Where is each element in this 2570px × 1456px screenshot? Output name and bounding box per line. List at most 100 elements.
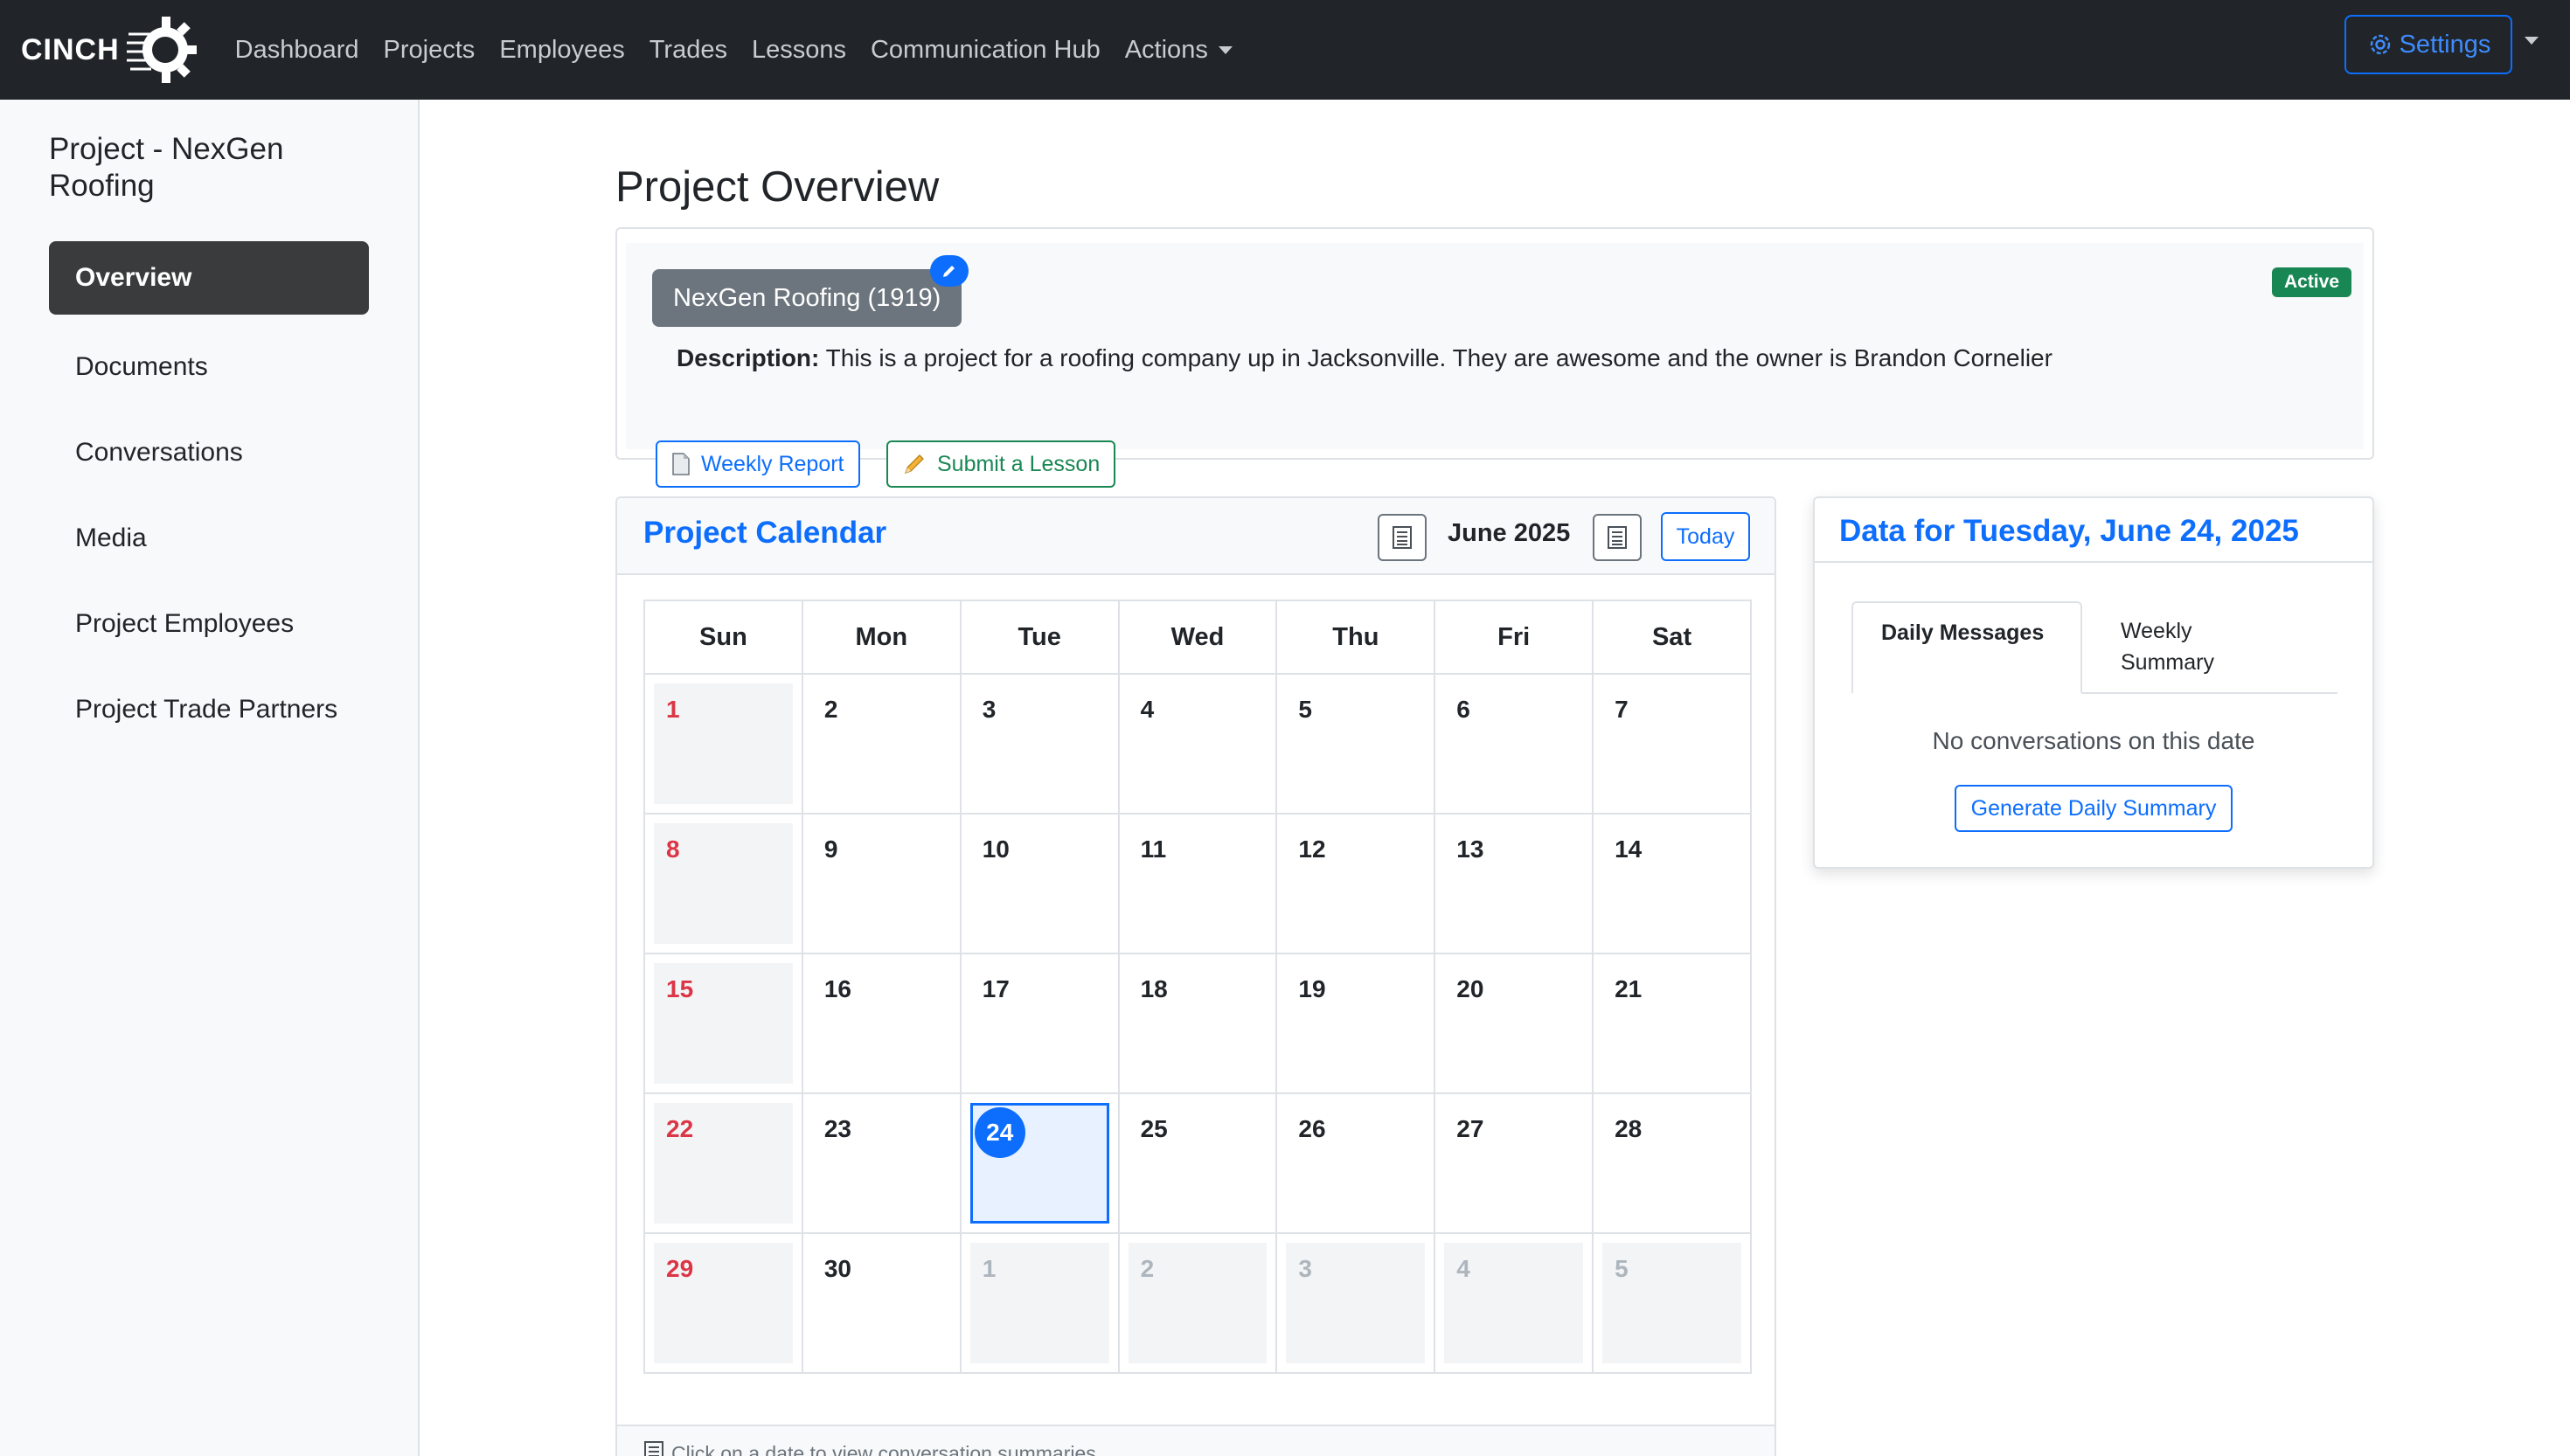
calendar-day-cell[interactable]: 3 <box>959 673 1120 815</box>
data-tabs: Daily Messages Weekly Summary <box>1851 601 2337 694</box>
day-number: 28 <box>1615 1115 1643 1142</box>
list-icon <box>1608 526 1627 549</box>
today-button[interactable]: Today <box>1661 512 1750 561</box>
calendar-day-cell-other-month[interactable]: 2 <box>1117 1232 1278 1374</box>
calendar-week-row: 15 16 17 18 19 20 21 <box>643 953 1752 1094</box>
nav-actions-dropdown[interactable]: Actions <box>1125 36 1233 65</box>
calendar-day-cell[interactable]: 19 <box>1275 953 1436 1094</box>
calendar-week-row: 1 2 3 4 5 6 7 <box>643 673 1752 815</box>
sidebar-item-documents[interactable]: Documents <box>49 330 369 404</box>
calendar-day-cell[interactable]: 11 <box>1117 813 1278 954</box>
calendar-grid: Sun Mon Tue Wed Thu Fri Sat 1 2 3 4 5 6 … <box>643 600 1752 1374</box>
selected-day-number: 24 <box>974 1107 1025 1158</box>
submit-lesson-button[interactable]: Submit a Lesson <box>886 440 1116 488</box>
empty-state-text: No conversations on this date <box>1932 727 2255 754</box>
day-number: 25 <box>1140 1115 1168 1142</box>
calendar-day-cell[interactable]: 30 <box>801 1232 962 1374</box>
calendar-day-cell[interactable]: 8 <box>643 813 803 954</box>
calendar-day-cell[interactable]: 27 <box>1434 1092 1594 1234</box>
weekday-sat: Sat <box>1592 600 1752 675</box>
nav-actions-label: Actions <box>1124 35 1208 64</box>
weekday-fri: Fri <box>1434 600 1594 675</box>
brand-logo[interactable]: CINCH <box>21 13 198 87</box>
calendar-day-cell[interactable]: 13 <box>1434 813 1594 954</box>
sidebar-item-media[interactable]: Media <box>49 502 369 575</box>
edit-project-button[interactable] <box>930 255 969 287</box>
calendar-day-cell[interactable]: 6 <box>1434 673 1594 815</box>
day-number: 5 <box>1602 1243 1741 1363</box>
day-number: 4 <box>1444 1243 1584 1363</box>
calendar-day-cell[interactable]: 14 <box>1592 813 1752 954</box>
calendar-day-cell[interactable]: 17 <box>959 953 1120 1094</box>
list-icon <box>1393 526 1412 549</box>
day-number: 7 <box>1615 696 1629 723</box>
day-number: 5 <box>1298 696 1312 723</box>
calendar-day-cell[interactable]: 4 <box>1117 673 1278 815</box>
settings-dropdown-icon[interactable] <box>2525 37 2539 45</box>
day-number: 15 <box>654 963 793 1084</box>
calendar-day-cell[interactable]: 25 <box>1117 1092 1278 1234</box>
calendar-day-cell-other-month[interactable]: 3 <box>1275 1232 1436 1374</box>
calendar-day-cell-other-month[interactable]: 5 <box>1592 1232 1752 1374</box>
gear-logo-icon <box>126 17 197 83</box>
document-icon <box>672 453 690 475</box>
nav-links: Dashboard Projects Employees Trades Less… <box>235 36 1257 65</box>
calendar-day-cell[interactable]: 7 <box>1592 673 1752 815</box>
calendar-header: Project Calendar June 2025 Today <box>617 498 1775 575</box>
sidebar-item-overview[interactable]: Overview <box>49 241 369 315</box>
pencil-icon <box>905 454 924 474</box>
day-number: 19 <box>1298 975 1326 1002</box>
nav-dashboard[interactable]: Dashboard <box>235 36 359 65</box>
calendar-day-cell[interactable]: 22 <box>643 1092 803 1234</box>
day-number: 1 <box>654 683 793 804</box>
weekly-report-label: Weekly Report <box>701 451 844 476</box>
settings-button[interactable]: Settings <box>2344 15 2512 74</box>
description-text: This is a project for a roofing company … <box>825 344 2053 371</box>
calendar-day-cell[interactable]: 2 <box>801 673 962 815</box>
generate-daily-summary-button[interactable]: Generate Daily Summary <box>1955 785 2233 832</box>
calendar-day-cell[interactable]: 20 <box>1434 953 1594 1094</box>
calendar-day-cell[interactable]: 9 <box>801 813 962 954</box>
nav-employees[interactable]: Employees <box>499 36 624 65</box>
weekly-report-button[interactable]: Weekly Report <box>656 440 860 488</box>
data-card-header: Data for Tuesday, June 24, 2025 <box>1815 498 2372 563</box>
calendar-day-cell[interactable]: 15 <box>643 953 803 1094</box>
calendar-day-cell[interactable]: 16 <box>801 953 962 1094</box>
day-number: 1 <box>969 1243 1109 1363</box>
calendar-day-cell[interactable]: 23 <box>801 1092 962 1234</box>
calendar-day-cell-other-month[interactable]: 1 <box>959 1232 1120 1374</box>
calendar-day-cell-other-month[interactable]: 4 <box>1434 1232 1594 1374</box>
day-number: 22 <box>654 1103 793 1224</box>
top-navbar: CINCH Dashboard Projects Employees Trade… <box>0 0 2570 100</box>
calendar-day-cell[interactable]: 28 <box>1592 1092 1752 1234</box>
day-number: 17 <box>982 975 1010 1002</box>
calendar-week-row: 8 9 10 11 12 13 14 <box>643 813 1752 954</box>
tab-daily-messages[interactable]: Daily Messages <box>1851 601 2082 694</box>
selected-day-highlight: 24 <box>969 1103 1109 1224</box>
calendar-day-cell-selected[interactable]: 24 <box>959 1092 1120 1234</box>
day-number: 9 <box>823 835 838 863</box>
calendar-day-cell[interactable]: 21 <box>1592 953 1752 1094</box>
overview-card-body: NexGen Roofing (1919) Active Description… <box>626 243 2364 488</box>
calendar-day-cell[interactable]: 10 <box>959 813 1120 954</box>
tab-weekly-summary[interactable]: Weekly Summary <box>2093 601 2285 694</box>
nav-communication-hub[interactable]: Communication Hub <box>871 36 1101 65</box>
calendar-footer: Click on a date to view conversation sum… <box>617 1425 1775 1456</box>
nav-lessons[interactable]: Lessons <box>752 36 846 65</box>
previous-month-button[interactable] <box>1378 514 1427 561</box>
calendar-day-cell[interactable]: 26 <box>1275 1092 1436 1234</box>
calendar-day-cell[interactable]: 29 <box>643 1232 803 1374</box>
calendar-day-cell[interactable]: 18 <box>1117 953 1278 1094</box>
sidebar-item-conversations[interactable]: Conversations <box>49 416 369 489</box>
next-month-button[interactable] <box>1593 514 1642 561</box>
sidebar-item-project-trade-partners[interactable]: Project Trade Partners <box>49 673 369 746</box>
calendar-day-cell[interactable]: 12 <box>1275 813 1436 954</box>
calendar-day-cell[interactable]: 1 <box>643 673 803 815</box>
nav-projects[interactable]: Projects <box>384 36 476 65</box>
nav-trades[interactable]: Trades <box>649 36 727 65</box>
project-overview-card: NexGen Roofing (1919) Active Description… <box>615 227 2374 488</box>
sidebar-item-project-employees[interactable]: Project Employees <box>49 587 369 661</box>
day-number: 16 <box>823 975 852 1002</box>
calendar-day-cell[interactable]: 5 <box>1275 673 1436 815</box>
sidebar-title: Project - NexGen Roofing <box>49 132 284 203</box>
